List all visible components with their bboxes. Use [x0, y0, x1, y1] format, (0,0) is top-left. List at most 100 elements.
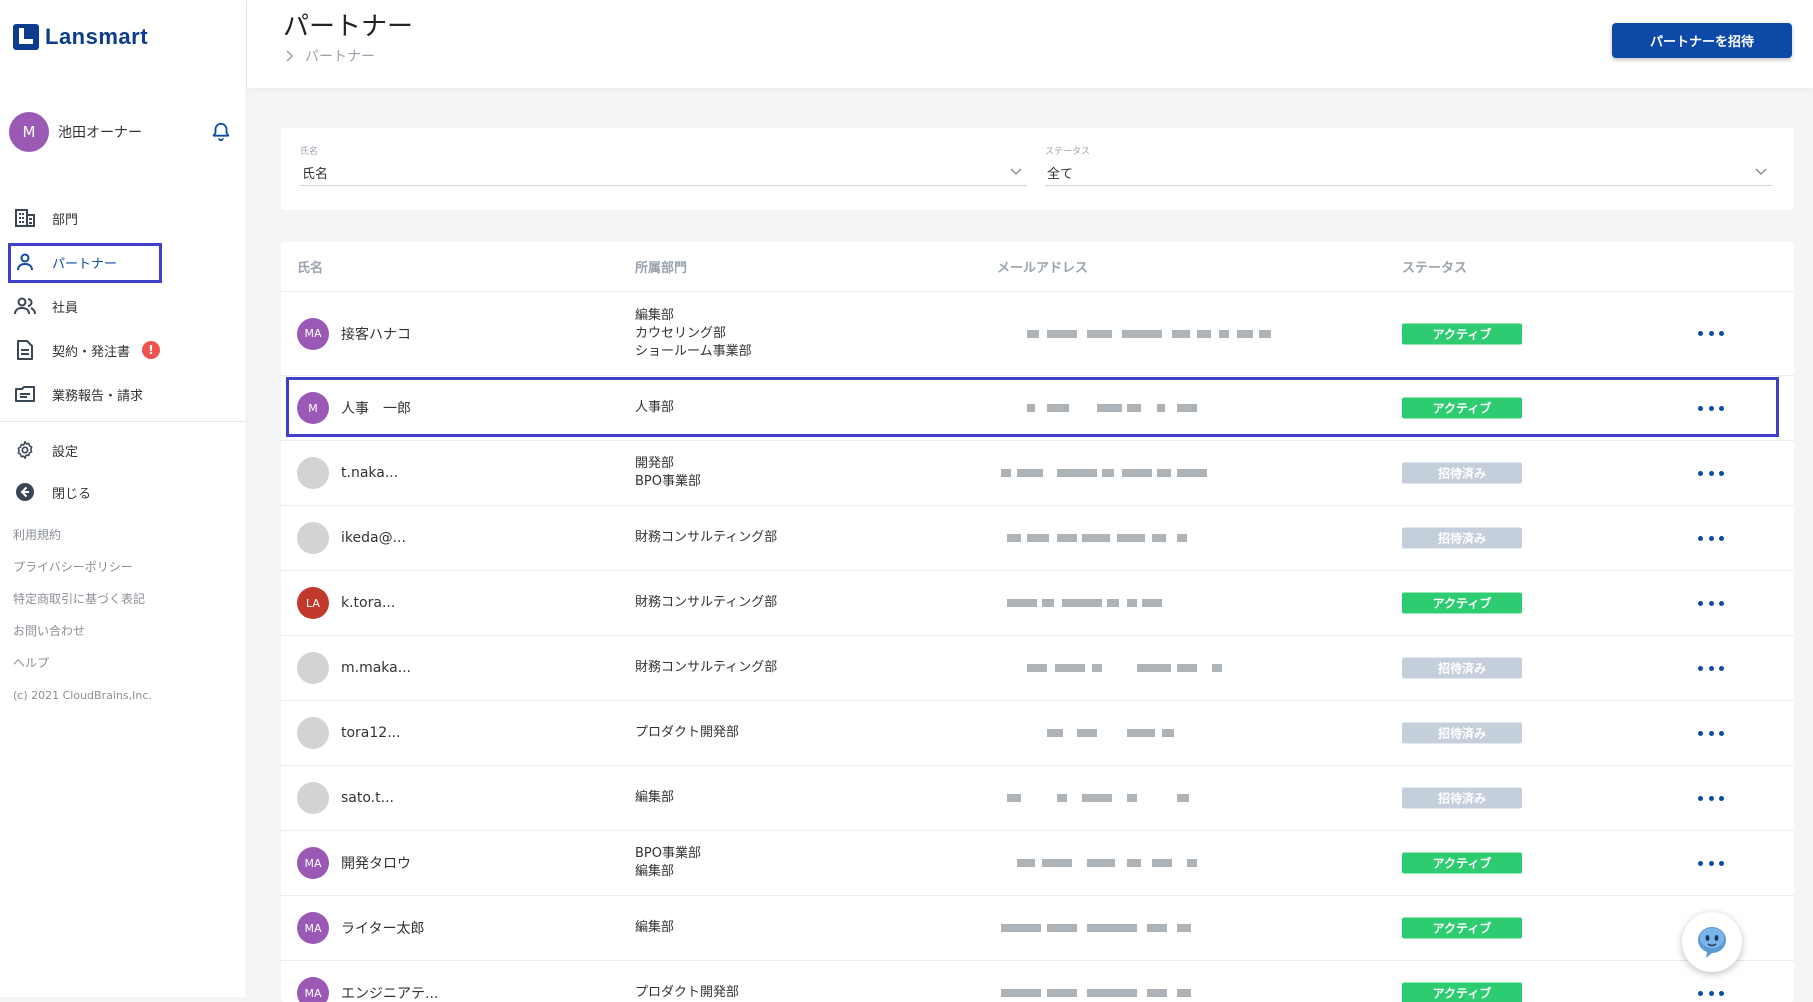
redaction-block [1117, 534, 1145, 542]
column-header-email[interactable]: メールアドレス [997, 257, 1088, 276]
breadcrumb-item[interactable]: パートナー [305, 46, 375, 66]
user-profile[interactable]: M 池田オーナー [9, 112, 239, 152]
redaction-block [1047, 989, 1077, 997]
table-row[interactable]: ikeda@...財務コンサルティング部招待済み [281, 506, 1794, 571]
redaction-block [1087, 989, 1137, 997]
more-actions-icon[interactable] [1698, 663, 1724, 673]
partner-name[interactable]: tora12... [341, 725, 401, 741]
more-dot [1709, 731, 1714, 736]
alert-badge: ! [142, 341, 160, 359]
more-dot [1698, 601, 1703, 606]
partner-name[interactable]: 人事 一郎 [341, 398, 411, 418]
department-name: 編集部 [635, 919, 674, 937]
redaction-block [1001, 924, 1041, 932]
more-actions-icon[interactable] [1698, 468, 1724, 478]
name-filter-select[interactable]: 氏名 [300, 163, 1027, 186]
person-icon [14, 251, 36, 273]
redaction-block [1047, 924, 1077, 932]
partner-name[interactable]: エンジニアテ... [341, 983, 438, 1002]
back-arrow-icon [14, 481, 36, 503]
column-header-dept[interactable]: 所属部門 [635, 257, 687, 276]
redaction-block [1197, 330, 1211, 338]
status-filter-value: 全て [1047, 167, 1073, 182]
more-actions-icon[interactable] [1698, 598, 1724, 608]
more-actions-icon[interactable] [1698, 329, 1724, 339]
table-row[interactable]: m.maka...財務コンサルティング部招待済み [281, 636, 1794, 701]
more-actions-icon[interactable] [1698, 793, 1724, 803]
nav-item-contracts[interactable]: 契約・発注書 ! [0, 328, 246, 372]
redaction-block [1127, 599, 1137, 607]
redaction-block [1177, 794, 1189, 802]
cell-department: 開発部BPO事業部 [635, 455, 701, 491]
redaction-block [1177, 404, 1197, 412]
more-actions-icon[interactable] [1698, 728, 1724, 738]
redaction-block [1047, 729, 1063, 737]
redaction-block [1047, 330, 1077, 338]
table-row[interactable]: MA接客ハナコ編集部カウセリング部ショールーム事業部アクティブ [281, 292, 1794, 376]
invite-partner-button[interactable]: パートナーを招待 [1612, 23, 1792, 58]
copyright: (c) 2021 CloudBrains,Inc. [13, 689, 152, 702]
redaction-block [1177, 534, 1187, 542]
status-filter-select[interactable]: 全て [1045, 163, 1772, 186]
nav-item-employees[interactable]: 社員 [0, 284, 246, 328]
link-help[interactable]: ヘルプ [13, 652, 145, 684]
partner-name[interactable]: k.tora... [341, 595, 395, 611]
redaction-block [1087, 330, 1112, 338]
chat-support-button[interactable] [1682, 912, 1742, 972]
table-row[interactable]: MAライター太郎編集部アクティブ [281, 896, 1794, 961]
app-logo[interactable]: Lansmart [13, 24, 148, 50]
more-actions-icon[interactable] [1698, 403, 1724, 413]
cell-department: プロダクト開発部 [635, 984, 739, 1002]
table-row[interactable]: sato.t...編集部招待済み [281, 766, 1794, 831]
more-actions-icon[interactable] [1698, 858, 1724, 868]
redaction-block [1082, 794, 1112, 802]
partner-name[interactable]: t.naka... [341, 465, 398, 481]
avatar: M [9, 112, 49, 152]
bell-icon[interactable] [210, 121, 232, 143]
nav-item-partners[interactable]: パートナー [0, 240, 246, 284]
redaction-block [1087, 924, 1137, 932]
cell-department: 編集部 [635, 789, 674, 807]
column-header-status[interactable]: ステータス [1402, 257, 1467, 276]
table-row[interactable]: MA開発タロウBPO事業部編集部アクティブ [281, 831, 1794, 896]
redaction-block [1027, 330, 1039, 338]
more-actions-icon[interactable] [1698, 533, 1724, 543]
partner-name[interactable]: ikeda@... [341, 530, 406, 546]
nav-item-departments[interactable]: 部門 [0, 196, 246, 240]
redaction-block [1127, 729, 1155, 737]
partner-name[interactable]: m.maka... [341, 660, 411, 676]
status-filter[interactable]: ステータス 全て [1045, 144, 1772, 186]
nav-item-reports[interactable]: 業務報告・請求 [0, 372, 246, 416]
partner-name[interactable]: ライター太郎 [341, 918, 424, 938]
link-contact[interactable]: お問い合わせ [13, 620, 145, 652]
name-filter[interactable]: 氏名 氏名 [300, 144, 1027, 186]
page-header: パートナー パートナー パートナーを招待 [247, 0, 1813, 88]
column-header-name[interactable]: 氏名 [297, 257, 323, 276]
logo-text: Lansmart [45, 24, 148, 50]
chevron-down-icon [1754, 165, 1768, 179]
nav-item-close[interactable]: 閉じる [0, 471, 246, 513]
more-dot [1709, 861, 1714, 866]
redaction-block [1152, 534, 1166, 542]
partner-name[interactable]: 接客ハナコ [341, 324, 411, 344]
redaction-block [1147, 924, 1167, 932]
table-row[interactable]: t.naka...開発部BPO事業部招待済み [281, 441, 1794, 506]
table-row[interactable]: M人事 一郎人事部アクティブ [281, 376, 1794, 441]
partner-name[interactable]: 開発タロウ [341, 853, 411, 873]
redaction-block [1057, 469, 1097, 477]
link-privacy[interactable]: プライバシーポリシー [13, 556, 145, 588]
more-dot [1719, 406, 1724, 411]
table-body: MA接客ハナコ編集部カウセリング部ショールーム事業部アクティブM人事 一郎人事部… [281, 292, 1794, 1002]
table-row[interactable]: tora12...プロダクト開発部招待済み [281, 701, 1794, 766]
page-title: パートナー [283, 6, 413, 43]
nav-item-settings[interactable]: 設定 [0, 429, 246, 471]
partner-name[interactable]: sato.t... [341, 790, 394, 806]
link-terms[interactable]: 利用規約 [13, 524, 145, 556]
redaction-block [1097, 404, 1122, 412]
table-row[interactable]: MAエンジニアテ...プロダクト開発部アクティブ [281, 961, 1794, 1002]
link-commerce-law[interactable]: 特定商取引に基づく表記 [13, 588, 145, 620]
cell-email-redacted [987, 530, 1317, 546]
table-row[interactable]: LAk.tora...財務コンサルティング部アクティブ [281, 571, 1794, 636]
avatar: MA [297, 912, 329, 944]
more-dot [1709, 666, 1714, 671]
